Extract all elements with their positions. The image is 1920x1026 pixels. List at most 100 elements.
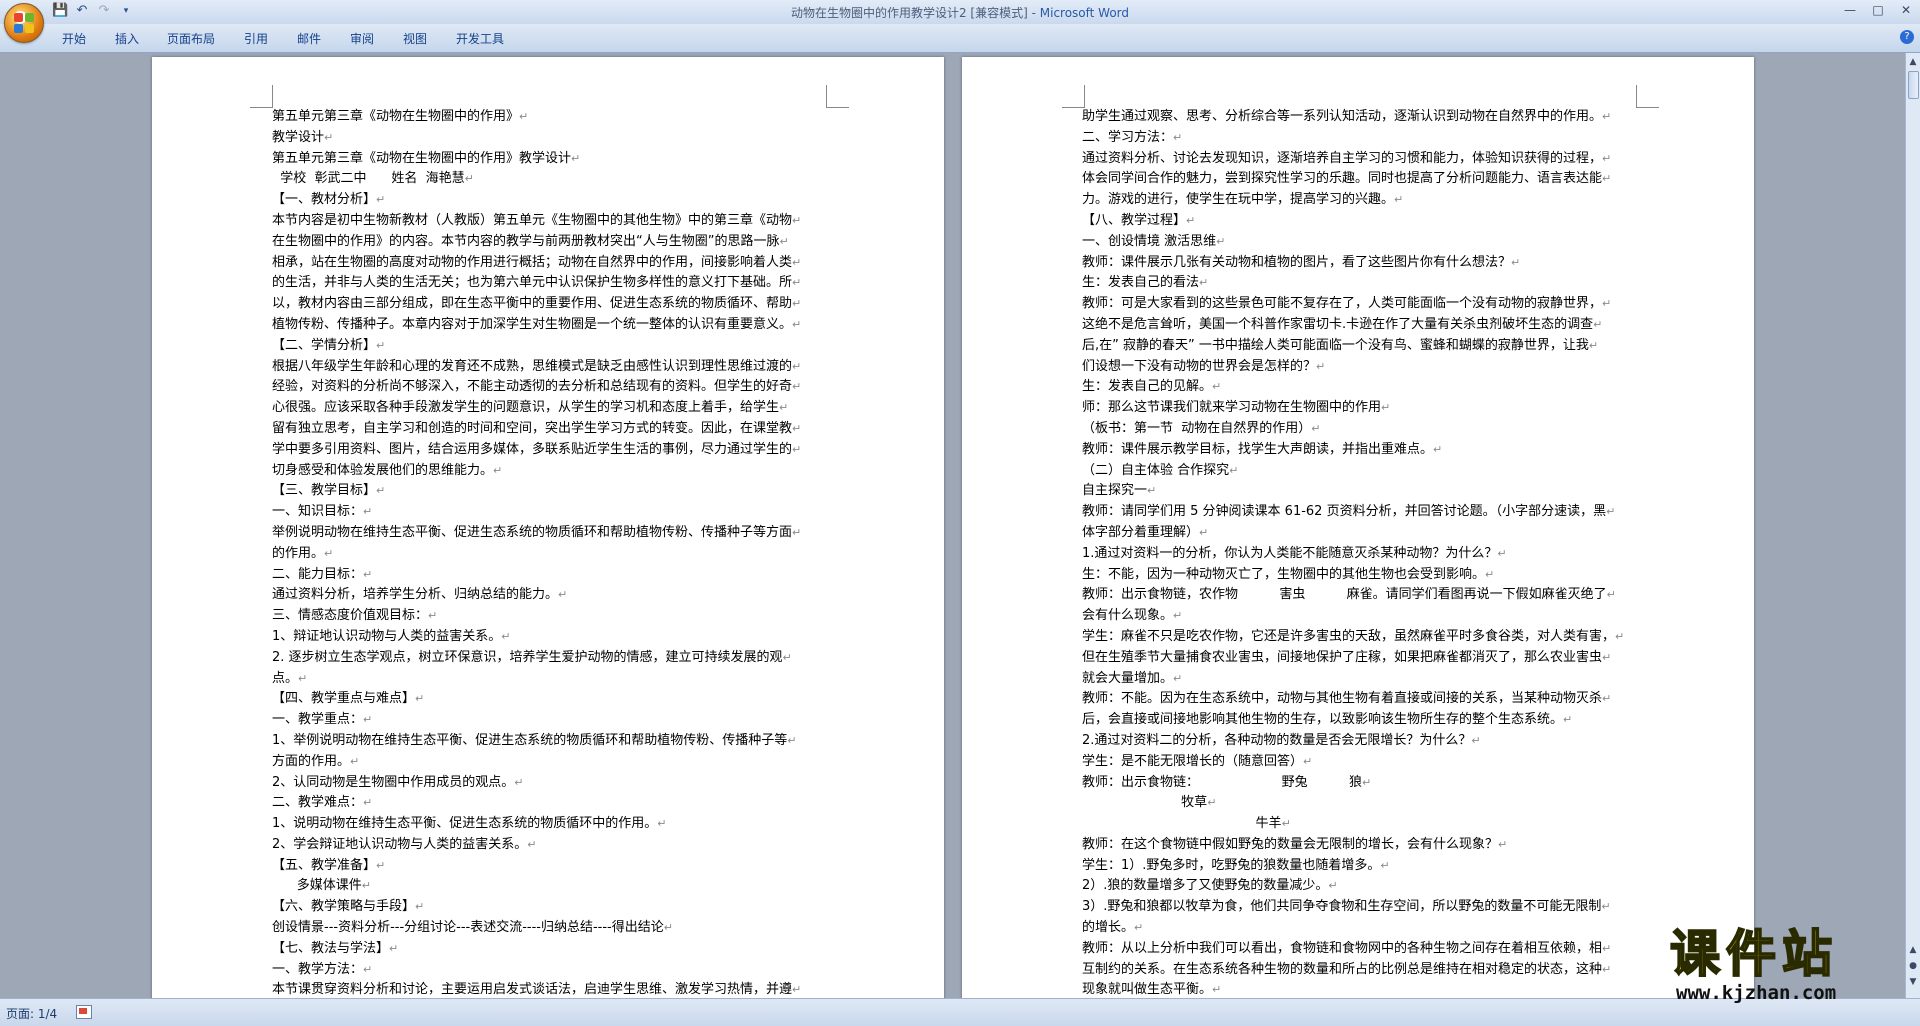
paragraph-mark-icon: ↵ xyxy=(389,941,399,955)
scroll-thumb[interactable] xyxy=(1908,71,1919,99)
paragraph-mark-icon: ↵ xyxy=(792,276,802,290)
tab-mailings[interactable]: 邮件 xyxy=(297,30,321,47)
tab-developer[interactable]: 开发工具 xyxy=(456,30,504,47)
text-line: 教学设计↵ xyxy=(272,129,334,145)
paragraph-mark-icon: ↵ xyxy=(376,193,386,207)
paragraph-mark-icon: ↵ xyxy=(514,775,524,789)
close-icon[interactable]: ✕ xyxy=(1892,0,1920,20)
page-1-body[interactable]: 第五单元第三章《动物在生物圈中的作用》↵ 教学设计↵ 第五单元第三章《动物在生物圈中… xyxy=(272,107,832,998)
text-line: 2.通过对资料二的分析，各种动物的数量是否会无限增长？为什么？↵ xyxy=(1082,732,1481,748)
paragraph-mark-icon: ↵ xyxy=(324,546,334,560)
document-title: 动物在生物圈中的作用教学设计2 [兼容模式] - xyxy=(790,6,1040,20)
tab-view[interactable]: 视图 xyxy=(403,30,427,47)
text-line: 2）.狼的数量增多了又使野兔的数量减少。↵ xyxy=(1082,878,1338,894)
window-title: 动物在生物圈中的作用教学设计2 [兼容模式] - Microsoft Word xyxy=(0,4,1920,21)
paragraph-mark-icon: ↵ xyxy=(792,317,802,331)
text-line: 【三、教学目标】↵ xyxy=(272,483,386,499)
text-line: 【六、教学策略与手段】↵ xyxy=(272,899,425,915)
text-line: 后,在” 寂静的春天” 一书中描绘人类可能面临一个没有鸟、蜜蜂和蝴蝶的寂静世界，… xyxy=(1082,337,1599,353)
status-macro-icon[interactable] xyxy=(76,1005,92,1019)
paragraph-mark-icon: ↵ xyxy=(324,130,334,144)
vertical-scrollbar[interactable]: ▲ ▲ ● ▼ xyxy=(1905,53,1920,998)
tab-insert[interactable]: 插入 xyxy=(115,30,139,47)
text-line: 二、能力目标：↵ xyxy=(272,566,373,582)
text-line: 【一、教材分析】↵ xyxy=(272,192,386,208)
paragraph-mark-icon: ↵ xyxy=(1498,837,1508,851)
paragraph-mark-icon: ↵ xyxy=(792,213,802,227)
paragraph-mark-icon: ↵ xyxy=(1394,193,1404,207)
text-line: 们设想一下没有动物的世界会是怎样的？↵ xyxy=(1082,358,1326,374)
text-line: 师：那么这节课我们就来学习动物在生物圈中的作用↵ xyxy=(1082,400,1391,416)
tab-page-layout[interactable]: 页面布局 xyxy=(167,30,215,47)
page-1[interactable]: 第五单元第三章《动物在生物圈中的作用》↵ 教学设计↵ 第五单元第三章《动物在生物圈中… xyxy=(152,57,944,998)
help-icon[interactable]: ? xyxy=(1900,30,1914,44)
paragraph-mark-icon: ↵ xyxy=(1216,234,1226,248)
paragraph-mark-icon: ↵ xyxy=(376,338,386,352)
text-line: 现象就叫做生态平衡。↵ xyxy=(1082,982,1222,998)
text-line: 【八、教学过程】↵ xyxy=(1082,212,1196,228)
tab-home[interactable]: 开始 xyxy=(62,30,86,47)
paragraph-mark-icon: ↵ xyxy=(1212,983,1222,997)
paragraph-mark-icon: ↵ xyxy=(376,484,386,498)
text-line: 自主探究一↵ xyxy=(1082,483,1157,499)
paragraph-mark-icon: ↵ xyxy=(501,629,511,643)
text-line: 2、学会辩证地认识动物与人类的益害关系。↵ xyxy=(272,836,537,852)
page-2-body[interactable]: 助学生通过观察、思考、分析综合等一系列认知活动，逐渐认识到动物在自然界中的作用。… xyxy=(1082,107,1642,998)
tab-review[interactable]: 审阅 xyxy=(350,30,374,47)
paragraph-mark-icon: ↵ xyxy=(792,442,802,456)
text-line: 一、创设情境 激活思维↵ xyxy=(1082,233,1226,249)
paragraph-mark-icon: ↵ xyxy=(1199,276,1209,290)
paragraph-mark-icon: ↵ xyxy=(1471,733,1481,747)
watermark-url: www.kjzhan.com xyxy=(1676,982,1837,1004)
text-line: 【七、教法与学法】↵ xyxy=(272,940,399,956)
text-line: 学中要多引用资料、图片，结合运用多媒体，多联系贴近学生生活的事例，尽力通过学生的… xyxy=(272,441,802,457)
paragraph-mark-icon: ↵ xyxy=(1173,130,1183,144)
text-line: 生：不能，因为一种动物灭亡了，生物圈中的其他生物也会受到影响。↵ xyxy=(1082,566,1495,582)
text-line: 多媒体课件↵ xyxy=(272,878,372,894)
paragraph-mark-icon: ↵ xyxy=(1511,255,1521,269)
paragraph-mark-icon: ↵ xyxy=(298,671,308,685)
paragraph-mark-icon: ↵ xyxy=(1602,172,1612,186)
paragraph-mark-icon: ↵ xyxy=(363,962,373,976)
text-line: 学校 彰武二中 姓名 海艳慧↵ xyxy=(272,171,474,187)
paragraph-mark-icon: ↵ xyxy=(792,983,802,997)
paragraph-mark-icon: ↵ xyxy=(792,297,802,311)
paragraph-mark-icon: ↵ xyxy=(1601,900,1611,914)
paragraph-mark-icon: ↵ xyxy=(792,525,802,539)
scroll-up-icon[interactable]: ▲ xyxy=(1906,55,1920,69)
document-area[interactable]: 第五单元第三章《动物在生物圈中的作用》↵ 教学设计↵ 第五单元第三章《动物在生物圈中… xyxy=(0,53,1906,998)
paragraph-mark-icon: ↵ xyxy=(792,255,802,269)
paragraph-mark-icon: ↵ xyxy=(527,837,537,851)
tab-references[interactable]: 引用 xyxy=(244,30,268,47)
paragraph-mark-icon: ↵ xyxy=(792,421,802,435)
text-line: 互制约的关系。在生态系统各种生物的数量和所占的比例总是维持在相对稳定的状态，这种… xyxy=(1082,961,1612,977)
paragraph-mark-icon: ↵ xyxy=(1380,858,1390,872)
paragraph-mark-icon: ↵ xyxy=(376,858,386,872)
text-line: 通过资料分析，培养学生分析、归纳总结的能力。↵ xyxy=(272,587,568,603)
text-line: 教师：出示食物链，农作物 害虫 麻雀。请同学们看图再说一下假如麻雀灭绝了↵ xyxy=(1082,587,1616,603)
paragraph-mark-icon: ↵ xyxy=(464,172,474,186)
paragraph-mark-icon: ↵ xyxy=(1303,754,1313,768)
paragraph-mark-icon: ↵ xyxy=(1361,775,1372,789)
text-line: 第五单元第三章《动物在生物圈中的作用》教学设计↵ xyxy=(272,150,581,166)
text-line: 教师：课件展示教学目标，找学生大声朗读，并指出重难点。↵ xyxy=(1082,441,1443,457)
paragraph-mark-icon: ↵ xyxy=(1602,962,1612,976)
paragraph-mark-icon: ↵ xyxy=(1497,546,1507,560)
text-line: 的增长。↵ xyxy=(1082,920,1144,936)
window-controls: — □ ✕ xyxy=(1836,0,1920,20)
office-button[interactable] xyxy=(4,3,44,43)
paragraph-mark-icon: ↵ xyxy=(1229,463,1239,477)
text-line: 教师：不能。因为在生态系统中，动物与其他生物有着直接或间接的关系，当某种动物灭杀… xyxy=(1082,691,1612,707)
status-page-count[interactable]: 页面: 1/4 xyxy=(6,1005,57,1022)
paragraph-mark-icon: ↵ xyxy=(571,151,581,165)
minimize-icon[interactable]: — xyxy=(1836,0,1864,20)
page-2[interactable]: 助学生通过观察、思考、分析综合等一系列认知活动，逐渐认识到动物在自然界中的作用。… xyxy=(962,57,1754,998)
paragraph-mark-icon: ↵ xyxy=(493,463,503,477)
paragraph-mark-icon: ↵ xyxy=(792,380,802,394)
text-line: （板书：第一节 动物在自然界的作用）↵ xyxy=(1082,420,1321,436)
paragraph-mark-icon: ↵ xyxy=(779,234,789,248)
text-line: 一、教学方法：↵ xyxy=(272,961,373,977)
text-line: 学生：1）.野兔多时，吃野兔的狼数量也随着增多。↵ xyxy=(1082,857,1390,873)
paragraph-mark-icon: ↵ xyxy=(1593,317,1603,331)
maximize-icon[interactable]: □ xyxy=(1864,0,1892,20)
